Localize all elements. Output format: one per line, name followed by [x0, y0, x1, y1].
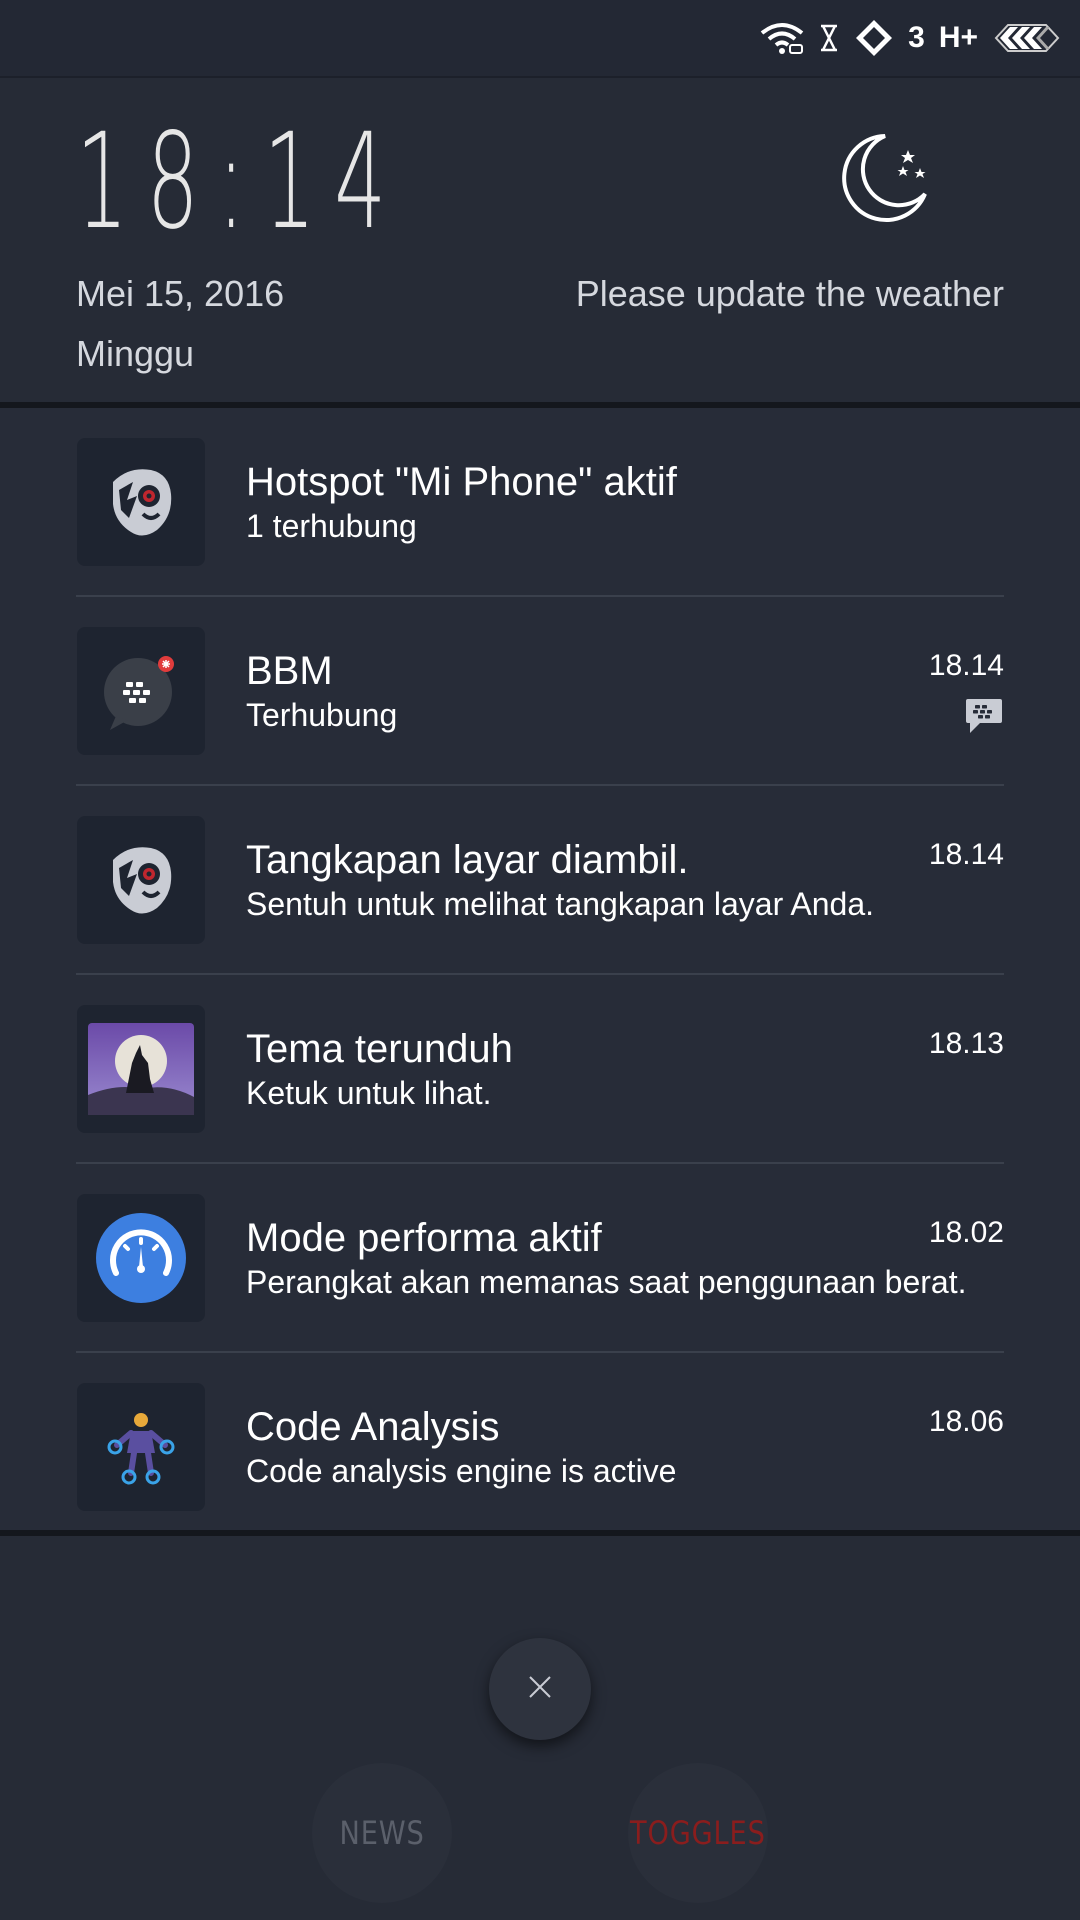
- news-label: NEWS: [339, 1814, 425, 1852]
- mask-icon: [77, 816, 205, 944]
- notification-screenshot[interactable]: Tangkapan layar diambil. Sentuh untuk me…: [0, 786, 1080, 975]
- notification-subtitle: Terhubung: [246, 697, 398, 733]
- notification-subtitle: Sentuh untuk melihat tangkapan layar And…: [246, 886, 874, 922]
- notification-performance[interactable]: Mode performa aktif Perangkat akan meman…: [0, 1164, 1080, 1353]
- notification-time: 18.13: [928, 1027, 1004, 1060]
- mask-icon: [77, 438, 205, 566]
- status-bar: 3 H+: [0, 0, 1080, 78]
- news-button[interactable]: NEWS: [312, 1763, 452, 1903]
- person-analysis-icon: [77, 1383, 205, 1511]
- wifi-icon: [760, 21, 804, 55]
- notification-subtitle: Code analysis engine is active: [246, 1453, 677, 1489]
- notification-title: Hotspot "Mi Phone" aktif: [246, 460, 677, 504]
- diamond-icon: [854, 18, 894, 58]
- notification-time: 18.14: [928, 649, 1004, 682]
- header: 18:14 Mei 15, 2016 Minggu Please update …: [0, 78, 1080, 402]
- notification-time: 18.14: [928, 838, 1004, 871]
- bbm-icon: [77, 627, 205, 755]
- notification-title: Tangkapan layar diambil.: [246, 838, 689, 882]
- notification-title: BBM: [246, 649, 333, 693]
- clear-all-button[interactable]: [489, 1638, 591, 1740]
- notification-subtitle: Perangkat akan memanas saat penggunaan b…: [246, 1264, 967, 1300]
- clock: 18:14: [76, 105, 405, 259]
- notification-title: Code Analysis: [246, 1405, 500, 1449]
- network-type: H+: [938, 21, 978, 54]
- notification-code-analysis[interactable]: Code Analysis Code analysis engine is ac…: [0, 1353, 1080, 1542]
- wolf-theme-icon: [77, 1005, 205, 1133]
- notification-hotspot[interactable]: Hotspot "Mi Phone" aktif 1 terhubung: [0, 408, 1080, 597]
- notification-time: 18.02: [928, 1216, 1004, 1249]
- notification-time: 18.06: [928, 1405, 1004, 1438]
- notification-subtitle: 1 terhubung: [246, 508, 417, 544]
- toggles-button[interactable]: TOGGLES: [628, 1763, 768, 1903]
- notification-list: Hotspot "Mi Phone" aktif 1 terhubung BBM…: [0, 402, 1080, 1536]
- speedometer-icon: [77, 1194, 205, 1322]
- moon-stars-icon[interactable]: [830, 126, 940, 231]
- weather-message[interactable]: Please update the weather: [576, 273, 1004, 315]
- toggles-label: TOGGLES: [630, 1814, 766, 1852]
- notification-bbm[interactable]: BBM Terhubung 18.14: [0, 597, 1080, 786]
- notification-shade: 3 H+ 18:14 Mei 15, 2016 Minggu Please up…: [0, 0, 1080, 1920]
- notification-title: Tema terunduh: [246, 1027, 513, 1071]
- bbm-small-icon: [964, 697, 1004, 740]
- day-of-week: Minggu: [76, 333, 195, 374]
- notification-title: Mode performa aktif: [246, 1216, 602, 1260]
- date: Mei 15, 2016: [76, 273, 285, 314]
- notification-theme[interactable]: Tema terunduh Ketuk untuk lihat. 18.13: [0, 975, 1080, 1164]
- network-label: 3: [908, 21, 925, 54]
- status-icons: 3 H+: [760, 10, 1062, 66]
- hourglass-icon: [818, 24, 840, 52]
- close-icon: [525, 1672, 555, 1707]
- notification-subtitle: Ketuk untuk lihat.: [246, 1075, 492, 1111]
- battery-icon: [992, 21, 1062, 55]
